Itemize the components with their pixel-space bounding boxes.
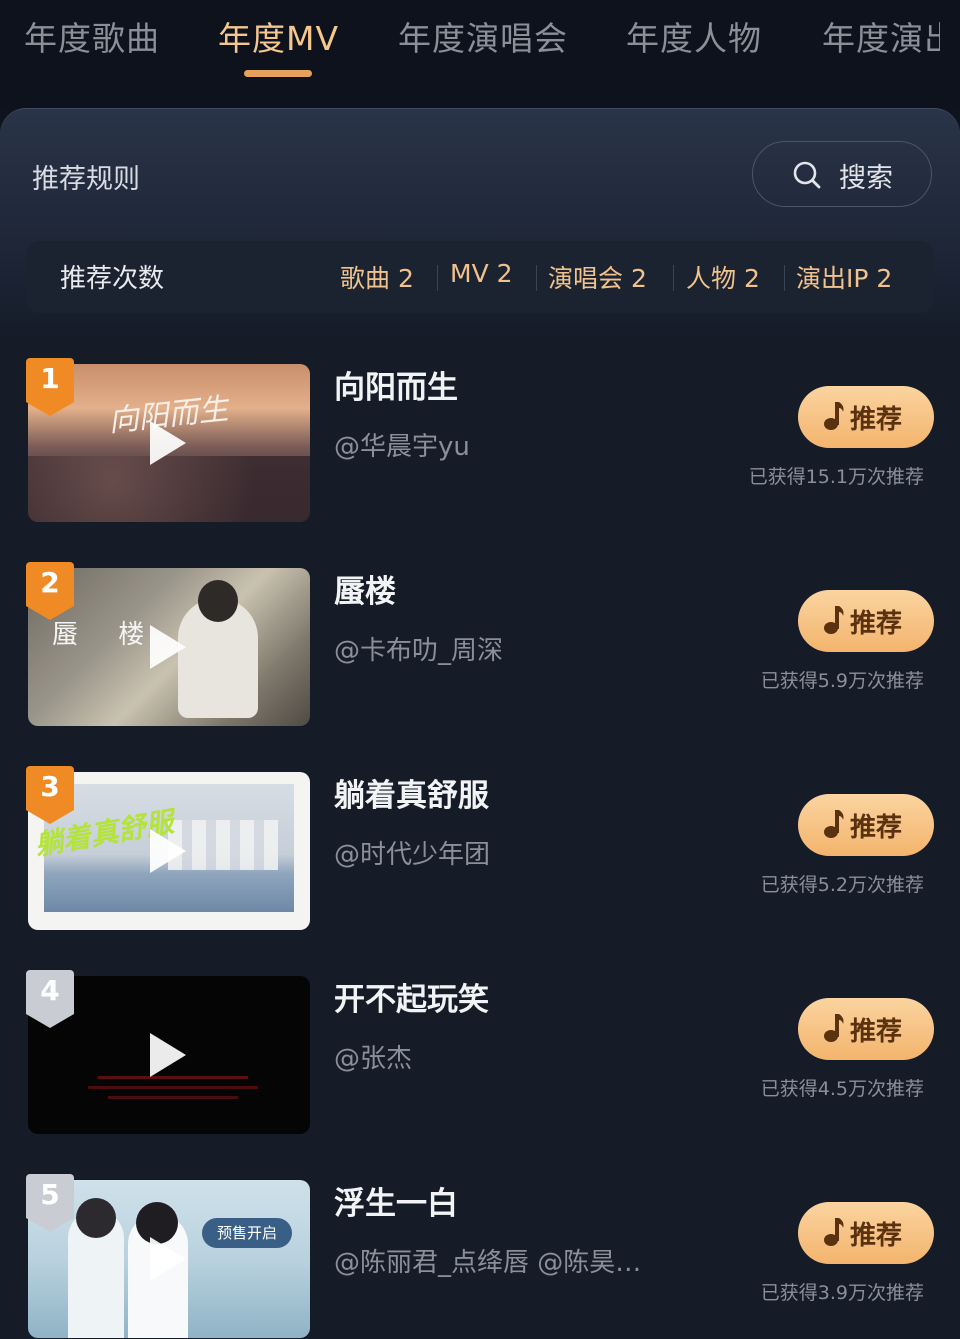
list-item[interactable]: 4 开不起玩笑 @张杰 推荐 已获得4.5万次推荐 [0,970,960,1144]
mv-title[interactable]: 开不起玩笑 [334,974,489,1019]
play-icon [150,421,186,465]
app: 年度歌曲 年度MV 年度演唱会 年度人物 年度演出 推荐规则 搜索 推荐次数 歌… [0,0,960,1339]
search-button[interactable]: 搜索 [752,141,932,207]
rank-badge: 3 [26,766,74,824]
tab-annual-concerts[interactable]: 年度演唱会 [398,12,568,60]
play-icon [150,625,186,669]
recommend-count: 已获得4.5万次推荐 [760,1078,924,1100]
list-item[interactable]: 预售开启 5 浮生一白 @陈丽君_点绛唇 @陈昊… 推荐 已获得3.9万次推荐 [0,1174,960,1339]
divider [784,265,785,291]
recommend-count-bar: 推荐次数 歌曲 2 MV 2 演唱会 2 人物 2 演出IP 2 [26,241,934,313]
count-shows: 演出IP 2 [796,264,893,293]
recommend-button[interactable]: 推荐 [798,1202,934,1264]
music-note-icon [824,810,844,838]
play-icon [150,829,186,873]
thumb-caption: 预售开启 [202,1218,292,1248]
tab-annual-shows[interactable]: 年度演出 [822,12,940,60]
mv-artist[interactable]: @华晨宇yu [334,426,470,463]
divider [437,265,438,291]
tab-annual-people[interactable]: 年度人物 [626,12,762,60]
recommend-button[interactable]: 推荐 [798,590,934,652]
music-note-icon [824,1218,844,1246]
recommend-count: 已获得5.9万次推荐 [760,670,924,692]
count-people: 人物 2 [686,264,760,293]
tab-annual-songs[interactable]: 年度歌曲 [24,12,160,60]
recommend-button[interactable]: 推荐 [798,386,934,448]
divider [673,265,674,291]
count-mv: MV 2 [450,259,513,288]
search-label: 搜索 [839,163,893,194]
list-item[interactable]: 向阳而生 1 向阳而生 @华晨宇yu 推荐 已获得15.1万次推荐 [0,358,960,532]
recommend-button[interactable]: 推荐 [798,794,934,856]
mv-title[interactable]: 向阳而生 [334,362,458,407]
rules-link[interactable]: 推荐规则 [32,157,140,196]
divider [536,265,537,291]
mv-title[interactable]: 浮生一白 [334,1178,458,1223]
rank-badge: 4 [26,970,74,1028]
play-icon [150,1033,186,1077]
list-item[interactable]: 躺着真舒服 3 躺着真舒服 @时代少年团 推荐 已获得5.2万次推荐 [0,766,960,940]
mv-artist[interactable]: @时代少年团 [334,834,490,871]
mv-title[interactable]: 躺着真舒服 [334,770,489,815]
recommend-count-label: 推荐次数 [60,264,165,294]
mv-artist[interactable]: @卡布叻_周深 [334,630,503,667]
tab-bar: 年度歌曲 年度MV 年度演唱会 年度人物 年度演出 [0,0,960,110]
recommend-button[interactable]: 推荐 [798,998,934,1060]
mv-artist[interactable]: @陈丽君_点绛唇 @陈昊… [334,1242,641,1279]
mv-artist[interactable]: @张杰 [334,1038,412,1075]
music-note-icon [824,402,844,430]
recommend-count: 已获得15.1万次推荐 [748,466,924,488]
play-icon [150,1237,186,1281]
count-songs: 歌曲 2 [340,264,414,293]
rank-badge: 2 [26,562,74,620]
rank-badge: 1 [26,358,74,416]
mv-title[interactable]: 蜃楼 [334,566,396,611]
tab-annual-mv[interactable]: 年度MV [218,12,339,60]
recommend-count: 已获得3.9万次推荐 [760,1282,924,1304]
recommend-count: 已获得5.2万次推荐 [760,874,924,896]
music-note-icon [824,606,844,634]
count-concerts: 演唱会 2 [548,264,647,293]
search-icon [793,161,821,189]
rank-badge: 5 [26,1174,74,1232]
active-tab-indicator [244,70,312,77]
music-note-icon [824,1014,844,1042]
list-item[interactable]: 蜃 楼 2 蜃楼 @卡布叻_周深 推荐 已获得5.9万次推荐 [0,562,960,736]
